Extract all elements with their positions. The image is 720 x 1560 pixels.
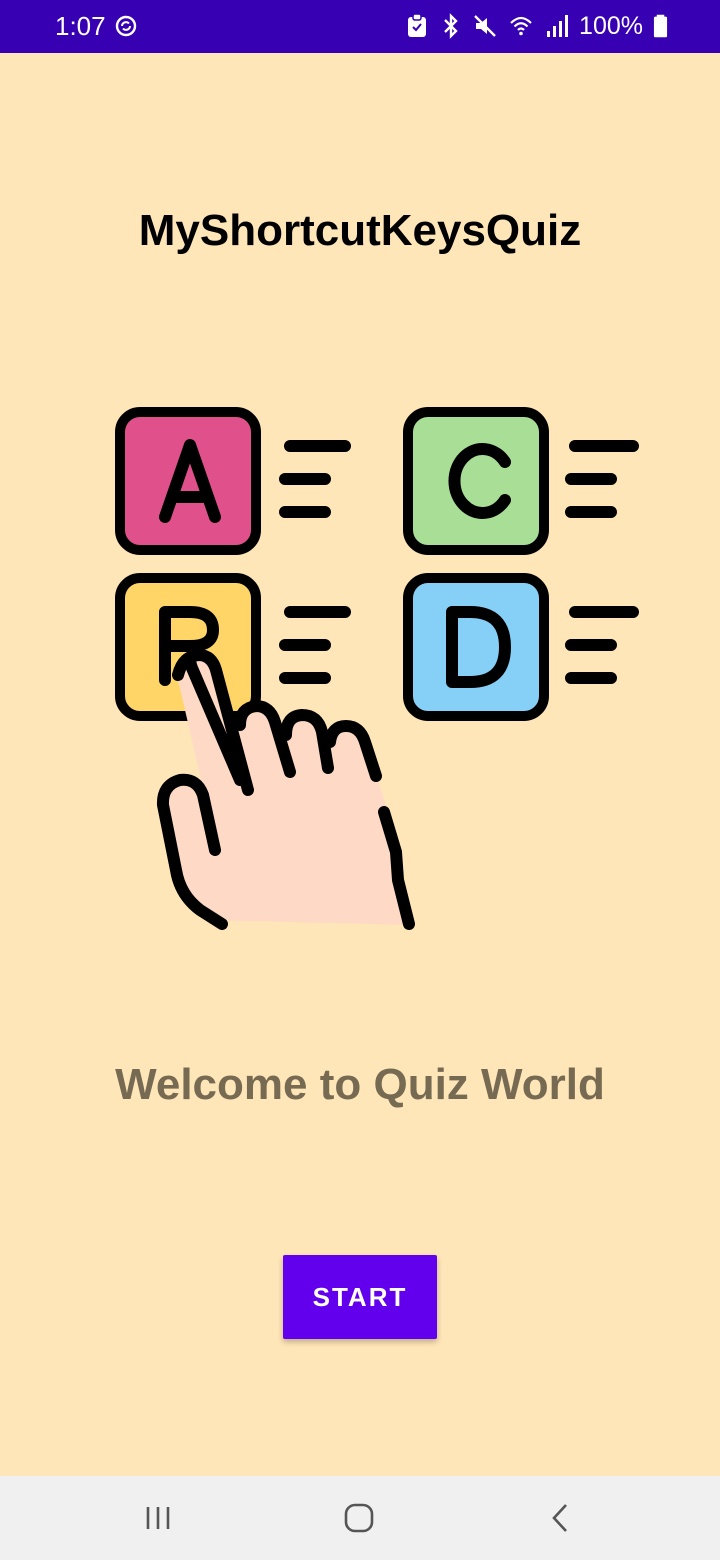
option-a-box [115,407,351,555]
start-button[interactable]: START [283,1255,437,1339]
status-icons: 100% [405,10,668,42]
option-b-box [115,573,351,721]
recent-apps-icon [146,1507,170,1529]
pointing-hand [156,648,415,930]
sync-icon [115,15,137,37]
app-title: MyShortcutKeysQuiz [138,206,582,255]
back-button[interactable] [532,1494,588,1542]
battery-icon [653,14,668,38]
home-icon [344,1503,374,1533]
home-button[interactable] [331,1494,387,1542]
back-icon [552,1504,567,1532]
recent-apps-button[interactable] [130,1494,186,1542]
clipboard-icon [408,13,427,37]
mute-icon [474,15,496,37]
bluetooth-icon [444,13,458,39]
option-d-box [403,573,639,721]
wifi-icon [510,16,532,36]
welcome-text: Welcome to Quiz World [115,1060,605,1109]
quiz-illustration [115,407,639,930]
status-bar: 1:07 100% [0,0,720,53]
status-time: 1:07 [55,11,106,41]
navigation-bar [0,1476,720,1560]
option-c-box [403,407,639,555]
battery-percent: 100% [579,11,643,40]
signal-icon [547,15,569,37]
